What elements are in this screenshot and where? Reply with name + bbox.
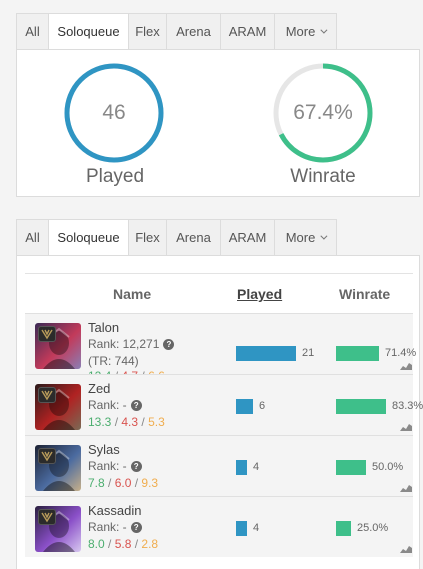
- table-header: Name Played Winrate: [25, 273, 413, 311]
- tab-all[interactable]: All: [16, 13, 48, 50]
- kda: 7.8 / 6.0 / 9.3: [88, 476, 158, 490]
- tab-aram[interactable]: ARAM: [220, 13, 274, 50]
- champion-portrait[interactable]: [35, 506, 81, 552]
- champion-name[interactable]: Talon: [88, 320, 119, 335]
- tab-arena[interactable]: Arena: [166, 219, 220, 256]
- summary-panel: 46 Played 67.4% Winrate: [16, 49, 420, 197]
- winrate-value: 67.4%: [293, 101, 353, 124]
- champion-rank: Rank: 12,271?: [88, 337, 175, 351]
- played-bar: [236, 346, 296, 361]
- kda-separator: /: [131, 476, 142, 490]
- tab-aram[interactable]: ARAM: [220, 219, 274, 256]
- champion-portrait[interactable]: [35, 445, 81, 491]
- winrate-bar: [336, 460, 366, 475]
- winrate-label: Winrate: [290, 166, 356, 187]
- champion-name[interactable]: Sylas: [88, 442, 120, 457]
- queue-tabs-bottom: All Soloqueue Flex Arena ARAM More: [16, 219, 337, 256]
- kills-value: 7.8: [88, 476, 105, 490]
- assists-value: 2.8: [141, 537, 159, 551]
- tab-soloqueue[interactable]: Soloqueue: [48, 13, 128, 50]
- question-mark-icon[interactable]: ?: [130, 461, 142, 472]
- champion-portrait[interactable]: [35, 323, 81, 369]
- tab-all[interactable]: All: [16, 219, 48, 256]
- question-mark-icon[interactable]: ?: [130, 400, 142, 411]
- winrate-percent: 25.0%: [357, 522, 389, 534]
- tier-rating: (TR: 744): [88, 354, 139, 368]
- rank-text: Rank: -: [88, 398, 127, 412]
- rank-text: Rank: -: [88, 459, 127, 473]
- table-row[interactable]: Kassadin Rank: -? 8.0 / 5.8 / 2.8 4 25.0%: [25, 496, 413, 557]
- champion-rank: Rank: -?: [88, 459, 142, 473]
- trend-chart-icon[interactable]: [400, 361, 412, 370]
- tab-more[interactable]: More: [274, 13, 337, 50]
- kda: 13.3 / 4.3 / 5.3: [88, 415, 165, 429]
- winrate-percent: 71.4%: [385, 347, 417, 359]
- assists-value: 5.3: [148, 415, 165, 429]
- tab-flex[interactable]: Flex: [128, 13, 166, 50]
- chevron-down-icon: [320, 26, 328, 34]
- winrate-bar: [336, 346, 379, 361]
- queue-tabs-top: All Soloqueue Flex Arena ARAM More: [16, 13, 337, 50]
- question-mark-icon[interactable]: ?: [163, 339, 175, 350]
- kills-value: 13.3: [88, 415, 112, 429]
- rank-badge-icon: [38, 387, 56, 403]
- deaths-value: 4.3: [121, 415, 139, 429]
- table-row[interactable]: Zed Rank: -? 13.3 / 4.3 / 5.3 6 83.3%: [25, 374, 423, 435]
- winrate-bar: [336, 521, 351, 536]
- played-column-header[interactable]: Played: [237, 286, 282, 302]
- champion-rank: Rank: -?: [88, 398, 142, 412]
- kda-separator: /: [111, 415, 122, 429]
- played-bar: [236, 460, 247, 475]
- tab-soloqueue[interactable]: Soloqueue: [48, 219, 128, 256]
- table-row[interactable]: Sylas Rank: -? 7.8 / 6.0 / 9.3 4 50.0%: [25, 435, 413, 496]
- name-column-header[interactable]: Name: [113, 286, 151, 302]
- tab-more-label: More: [285, 24, 316, 39]
- tab-more[interactable]: More: [274, 219, 337, 256]
- played-count: 6: [259, 400, 266, 412]
- kills-value: 8.0: [88, 537, 105, 551]
- tab-more-label: More: [285, 230, 316, 245]
- champion-rank: Rank: -?: [88, 520, 142, 534]
- champion-stats-panel: Name Played Winrate Talon Rank: 12,271? (T…: [16, 255, 423, 569]
- rank-badge-icon: [38, 509, 56, 525]
- assists-value: 9.3: [141, 476, 159, 490]
- played-bar: [236, 399, 253, 414]
- rank-text: Rank: -: [88, 520, 127, 534]
- trend-chart-icon[interactable]: [400, 483, 412, 492]
- champion-portrait[interactable]: [35, 384, 81, 430]
- trend-chart-icon[interactable]: [400, 544, 412, 553]
- played-count: 4: [253, 461, 260, 473]
- kda: 8.0 / 5.8 / 2.8: [88, 537, 158, 551]
- kda-separator: /: [104, 476, 115, 490]
- champion-name[interactable]: Zed: [88, 381, 110, 396]
- winrate-percent: 50.0%: [372, 461, 404, 473]
- rank-badge-icon: [38, 326, 56, 342]
- played-label: Played: [85, 166, 145, 187]
- played-donut: 46: [64, 63, 164, 163]
- champion-name[interactable]: Kassadin: [88, 503, 141, 518]
- rank-badge-icon: [38, 448, 56, 464]
- question-mark-icon[interactable]: ?: [130, 522, 142, 533]
- tab-flex[interactable]: Flex: [128, 219, 166, 256]
- played-count: 4: [253, 522, 260, 534]
- kda-separator: /: [104, 537, 115, 551]
- tab-arena[interactable]: Arena: [166, 13, 220, 50]
- kda-separator: /: [138, 415, 149, 429]
- rank-text: Rank: 12,271: [88, 337, 160, 351]
- played-bar: [236, 521, 247, 536]
- winrate-bar: [336, 399, 386, 414]
- played-count: 21: [302, 347, 315, 359]
- winrate-percent: 83.3%: [392, 400, 423, 412]
- deaths-value: 5.8: [114, 537, 132, 551]
- played-value: 46: [102, 101, 126, 124]
- chevron-down-icon: [320, 232, 328, 240]
- table-row[interactable]: TalonRank: 12,271?(TR: 744)12.4 / 4.7 / …: [25, 313, 417, 383]
- winrate-donut: 67.4%: [273, 63, 373, 163]
- kda-separator: /: [131, 537, 142, 551]
- deaths-value: 6.0: [114, 476, 132, 490]
- trend-chart-icon[interactable]: [400, 422, 412, 431]
- winrate-column-header[interactable]: Winrate: [339, 286, 390, 302]
